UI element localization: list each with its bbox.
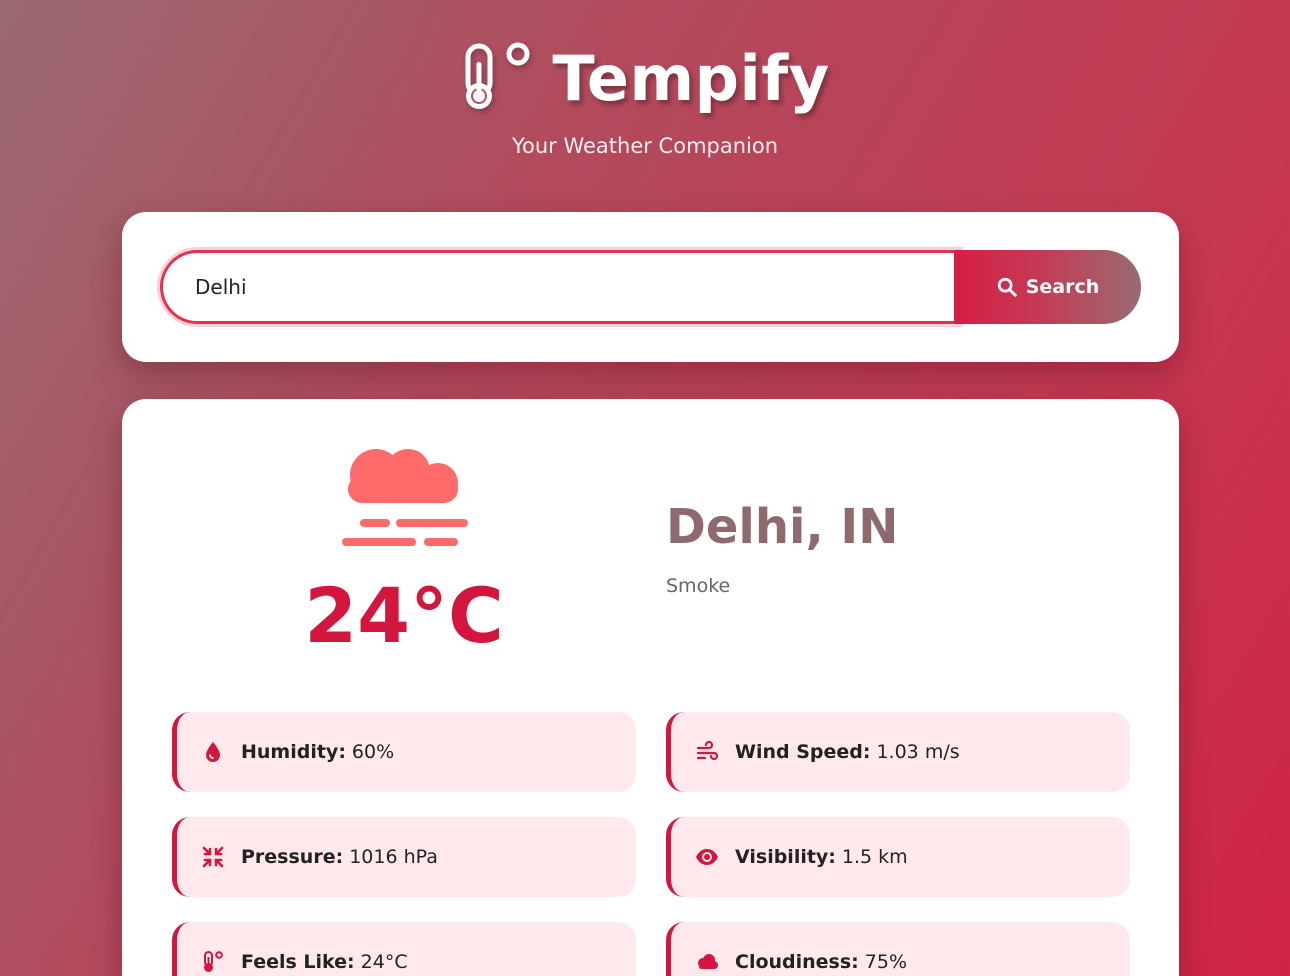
detail-value: 1.5 km — [841, 846, 908, 868]
app-subtitle: Your Weather Companion — [511, 134, 779, 158]
detail-cloudiness: Cloudiness: 75% — [666, 922, 1130, 976]
detail-humidity: Humidity: 60% — [172, 712, 636, 792]
magnifier-icon — [997, 277, 1017, 297]
compress-icon — [202, 846, 224, 868]
detail-value: 24°C — [360, 951, 408, 973]
app-title: Tempify — [552, 41, 830, 115]
detail-label: Visibility: — [735, 846, 836, 868]
detail-label: Wind Speed: — [735, 741, 871, 763]
thermometer-logo-icon — [465, 42, 530, 109]
detail-label: Humidity: — [241, 741, 346, 763]
detail-label: Feels Like: — [241, 951, 355, 973]
search-button-label: Search — [1025, 276, 1100, 298]
droplet-icon — [206, 742, 220, 762]
title-row: Tempify — [0, 36, 1290, 120]
detail-value: 1.03 m/s — [876, 741, 960, 763]
wind-icon — [696, 740, 719, 761]
city-search-input[interactable] — [160, 250, 960, 324]
cloud-icon — [698, 954, 718, 969]
detail-pressure: Pressure: 1016 hPa — [172, 817, 636, 897]
search-card: Search — [122, 212, 1179, 362]
detail-label: Pressure: — [241, 846, 344, 868]
detail-label: Cloudiness: — [735, 951, 859, 973]
detail-value: 1016 hPa — [349, 846, 438, 868]
detail-value: 60% — [351, 741, 395, 763]
weather-card: 24°C Delhi, IN Smoke Humidity: 60% Wind … — [122, 399, 1179, 976]
weather-description: Smoke — [666, 575, 731, 597]
search-button[interactable]: Search — [954, 250, 1141, 324]
eye-icon — [696, 849, 718, 865]
temperature-value: 24°C — [304, 571, 504, 660]
app-header: Tempify Your Weather Companion — [0, 36, 1290, 158]
fog-cloud-icon — [342, 449, 468, 546]
detail-feels-like: Feels Like: 24°C — [172, 922, 636, 976]
city-name: Delhi, IN — [666, 499, 899, 555]
detail-visibility: Visibility: 1.5 km — [666, 817, 1130, 897]
thermometer-icon — [204, 951, 223, 972]
detail-value: 75% — [864, 951, 908, 973]
detail-wind-speed: Wind Speed: 1.03 m/s — [666, 712, 1130, 792]
